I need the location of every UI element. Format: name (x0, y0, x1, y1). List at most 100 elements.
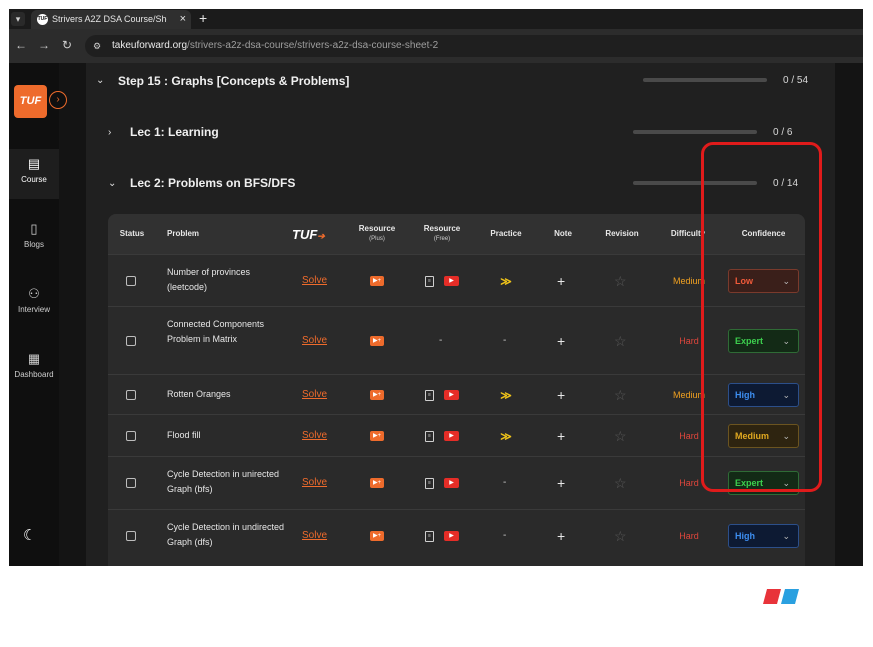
solve-link[interactable]: Solve (302, 430, 327, 442)
header-resource-free-sub: (Free) (433, 236, 451, 242)
tab-close-icon[interactable]: × (180, 12, 186, 26)
youtube-icon[interactable]: ▶ (444, 478, 459, 488)
sidebar-item-label: Interview (17, 305, 50, 314)
confidence-highlight-box (701, 142, 822, 492)
chevron-right-icon: › (108, 127, 112, 138)
problem-name: Number of provinces (leetcode) (167, 267, 251, 292)
chevron-down-icon: ⌄ (782, 531, 790, 541)
resource-plus-icon[interactable]: ▶+ (370, 431, 384, 441)
step-header[interactable]: ⌄ Step 15 : Graphs [Concepts & Problems]… (86, 63, 835, 97)
step-count: 0 / 54 (783, 75, 809, 86)
url-text: takeuforward.org/strivers-a2z-dsa-course… (112, 39, 438, 53)
youtube-icon[interactable]: ▶ (444, 431, 459, 441)
sidebar-item-interview[interactable]: ⚇ Interview (9, 279, 59, 329)
sidebar: TUF › ▤ Course ▯ Blogs ⚇ Interview ▦ Das… (9, 63, 67, 566)
resource-plus-icon[interactable]: ▶+ (370, 276, 384, 286)
status-checkbox[interactable] (126, 336, 136, 346)
practice-icon[interactable]: ≫ (500, 390, 512, 402)
step-progress-bar (643, 78, 767, 82)
add-note-icon[interactable]: + (557, 529, 565, 543)
problem-name: Connected Components Problem in Matrix (167, 319, 265, 344)
header-note: Note (554, 229, 572, 238)
add-note-icon[interactable]: + (557, 334, 565, 348)
tuf-logo[interactable]: TUF (14, 85, 47, 118)
problem-name: Rotten Oranges (167, 389, 231, 399)
forward-icon[interactable]: → (38, 38, 50, 52)
status-checkbox[interactable] (126, 531, 136, 541)
youtube-icon[interactable]: ▶ (444, 531, 459, 541)
header-resource-plus-label: Resource (358, 224, 396, 233)
practice-icon[interactable]: ≫ (500, 431, 512, 443)
interview-icon: ⚇ (28, 286, 40, 301)
url-field[interactable]: ⚙ takeuforward.org/strivers-a2z-dsa-cour… (85, 35, 863, 57)
tab-search-icon[interactable]: ▾ (11, 12, 25, 26)
status-checkbox[interactable] (126, 431, 136, 441)
step-title: Step 15 : Graphs [Concepts & Problems] (118, 74, 350, 88)
youtube-icon[interactable]: ▶ (444, 276, 459, 286)
sidebar-item-label: Dashboard (14, 370, 54, 379)
solve-link[interactable]: Solve (302, 275, 327, 287)
dashboard-icon: ▦ (27, 351, 41, 366)
resource-plus-icon[interactable]: ▶+ (370, 336, 384, 346)
problem-name: Cycle Detection in unirected Graph (bfs) (167, 469, 280, 494)
practice-icon[interactable]: ≫ (500, 276, 512, 288)
dark-mode-toggle-icon[interactable]: ☾ (23, 528, 39, 544)
lecture-progress-bar (633, 130, 757, 134)
no-resource-dash: - (439, 335, 443, 346)
no-practice-dash: - (503, 477, 507, 488)
resource-plus-icon[interactable]: ▶+ (370, 478, 384, 488)
chevron-down-icon: ⌄ (96, 75, 105, 86)
revision-star-icon[interactable]: ☆ (614, 334, 627, 348)
header-problem: Problem (167, 229, 200, 238)
blogs-icon: ▯ (30, 221, 38, 236)
header-tuf-logo: TUF➔ (292, 228, 325, 243)
problem-name: Cycle Detection in undirected Graph (dfs… (167, 522, 285, 547)
solve-link[interactable]: Solve (302, 477, 327, 489)
status-checkbox[interactable] (126, 478, 136, 488)
header-tuf: TUF (292, 227, 318, 242)
back-icon[interactable]: ← (15, 38, 27, 52)
resource-plus-icon[interactable]: ▶+ (370, 390, 384, 400)
header-status: Status (119, 229, 145, 238)
add-note-icon[interactable]: + (557, 429, 565, 443)
page-gutter (835, 63, 863, 566)
add-note-icon[interactable]: + (557, 476, 565, 490)
solve-link[interactable]: Solve (302, 389, 327, 401)
add-note-icon[interactable]: + (557, 274, 565, 288)
revision-star-icon[interactable]: ☆ (614, 476, 627, 490)
header-resource-free-label: Resource (423, 224, 461, 233)
youtube-icon[interactable]: ▶ (444, 390, 459, 400)
article-icon[interactable]: ≡ (425, 478, 434, 489)
solve-link[interactable]: Solve (302, 530, 327, 542)
article-icon[interactable]: ≡ (425, 276, 434, 287)
browser-tab[interactable]: TUF Strivers A2Z DSA Course/Sheet × (31, 10, 191, 29)
site-info-icon[interactable]: ⚙ (93, 40, 105, 52)
confidence-value: High (735, 531, 755, 541)
address-bar: ← → ↻ ⚙ takeuforward.org/strivers-a2z-ds… (9, 29, 863, 63)
solve-link[interactable]: Solve (302, 335, 327, 347)
add-note-icon[interactable]: + (557, 388, 565, 402)
article-icon[interactable]: ≡ (425, 390, 434, 401)
article-icon[interactable]: ≡ (425, 431, 434, 442)
expand-sidebar-icon[interactable]: › (49, 91, 67, 109)
sidebar-item-label: Course (21, 175, 47, 184)
revision-star-icon[interactable]: ☆ (614, 529, 627, 543)
tab-bar: ▾ TUF Strivers A2Z DSA Course/Sheet × + (9, 9, 863, 29)
tab-favicon-icon: TUF (37, 14, 48, 25)
article-icon[interactable]: ≡ (425, 531, 434, 542)
confidence-select[interactable]: High ⌄ (728, 524, 799, 548)
header-practice: Practice (490, 229, 522, 238)
reload-icon[interactable]: ↻ (62, 38, 72, 52)
revision-star-icon[interactable]: ☆ (614, 388, 627, 402)
status-checkbox[interactable] (126, 390, 136, 400)
revision-star-icon[interactable]: ☆ (614, 274, 627, 288)
sidebar-item-dashboard[interactable]: ▦ Dashboard (9, 344, 59, 394)
sidebar-item-blogs[interactable]: ▯ Blogs (9, 214, 59, 264)
sidebar-item-label: Blogs (23, 240, 44, 249)
resource-plus-icon[interactable]: ▶+ (370, 531, 384, 541)
revision-star-icon[interactable]: ☆ (614, 429, 627, 443)
url-host: takeuforward.org (112, 40, 188, 51)
status-checkbox[interactable] (126, 276, 136, 286)
new-tab-icon[interactable]: + (199, 10, 207, 26)
sidebar-item-course[interactable]: ▤ Course (9, 149, 59, 199)
